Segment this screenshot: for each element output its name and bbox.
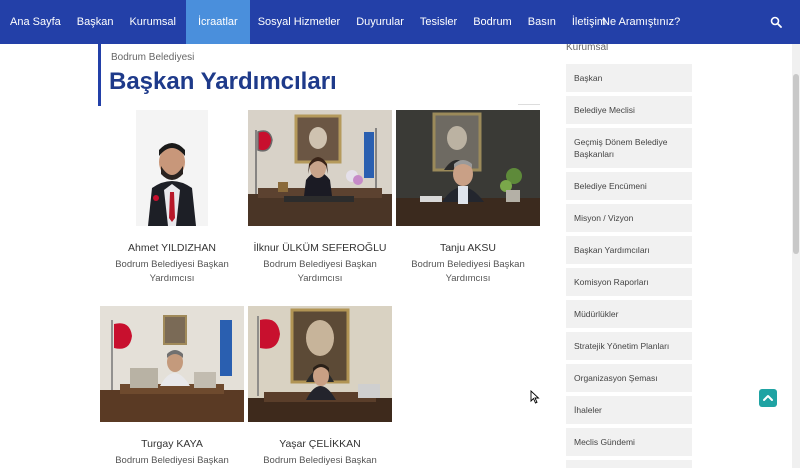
mouse-cursor-icon [530, 390, 540, 404]
person-photo[interactable] [248, 110, 392, 226]
sidebar-heading: Kurumsal [566, 44, 609, 53]
search-box [592, 0, 792, 44]
nav-item-kurumsal[interactable]: Kurumsal [121, 0, 183, 44]
search-input[interactable] [592, 8, 768, 36]
sidebar-item-baskan-yardimcilari[interactable]: Başkan Yardımcıları [566, 236, 692, 266]
sidebar-item-ihaleler[interactable]: İhaleler [566, 396, 692, 426]
person-card[interactable]: Tanju AKSU Bodrum Belediyesi Başkan Yard… [396, 110, 540, 286]
person-name: Turgay KAYA [141, 438, 203, 450]
nav-item-basin[interactable]: Basın [520, 0, 564, 44]
nav-item-ana-sayfa[interactable]: Ana Sayfa [2, 0, 69, 44]
person-role: Bodrum Belediyesi Başkan Yardımcısı [263, 259, 377, 284]
nav-item-sosyal-hizmetler[interactable]: Sosyal Hizmetler [250, 0, 349, 44]
sidebar-item-stratejik-yonetim-planlari[interactable]: Stratejik Yönetim Planları [566, 332, 692, 362]
page-scrollbar[interactable] [792, 44, 800, 468]
sidebar-item-more[interactable] [566, 460, 692, 468]
search-icon[interactable] [770, 16, 782, 28]
person-role: Bodrum Belediyesi Başkan Yardımcısı [115, 259, 229, 284]
scrollbar-thumb[interactable] [793, 74, 799, 254]
person-name: İlknur ÜLKÜM SEFEROĞLU [253, 242, 387, 254]
nav-item-tesisler[interactable]: Tesisler [412, 0, 465, 44]
person-role: Bodrum Belediyesi Başkan [115, 455, 229, 466]
page-title: Başkan Yardımcıları [109, 68, 337, 95]
person-photo[interactable] [248, 306, 392, 422]
person-photo[interactable] [396, 110, 540, 226]
page-header: Bodrum Belediyesi Başkan Yardımcıları [98, 44, 538, 106]
nav-item-duyurular[interactable]: Duyurular [348, 0, 412, 44]
person-card[interactable]: İlknur ÜLKÜM SEFEROĞLU Bodrum Belediyesi… [248, 110, 392, 286]
sidebar-item-misyon-vizyon[interactable]: Misyon / Vizyon [566, 204, 692, 234]
sidebar-item-belediye-encumeni[interactable]: Belediye Encümeni [566, 172, 692, 202]
sidebar-item-meclis-gundemi[interactable]: Meclis Gündemi [566, 428, 692, 458]
breadcrumb[interactable]: Bodrum Belediyesi [111, 52, 194, 63]
sidebar-item-komisyon-raporlari[interactable]: Komisyon Raporları [566, 268, 692, 298]
nav-item-baskan[interactable]: Başkan [69, 0, 122, 44]
person-name: Yaşar ÇELİKKAN [279, 438, 361, 450]
sidebar-item-baskan[interactable]: Başkan [566, 64, 692, 94]
person-card[interactable]: Turgay KAYA Bodrum Belediyesi Başkan [100, 306, 244, 468]
person-role: Bodrum Belediyesi Başkan [263, 455, 377, 466]
sidebar-item-belediye-meclisi[interactable]: Belediye Meclisi [566, 96, 692, 126]
person-card[interactable]: Ahmet YILDIZHAN Bodrum Belediyesi Başkan… [100, 110, 244, 286]
person-name: Ahmet YILDIZHAN [128, 242, 216, 254]
person-card[interactable]: Yaşar ÇELİKKAN Bodrum Belediyesi Başkan [248, 306, 392, 468]
divider [518, 104, 540, 105]
main-navbar: Ana Sayfa Başkan Kurumsal İcraatlar Sosy… [0, 0, 800, 44]
sidebar-item-organizasyon-semasi[interactable]: Organizasyon Şeması [566, 364, 692, 394]
sidebar-item-mudurlukler[interactable]: Müdürlükler [566, 300, 692, 330]
nav-item-bodrum[interactable]: Bodrum [465, 0, 520, 44]
person-photo[interactable] [100, 110, 244, 226]
nav-item-icraatlar[interactable]: İcraatlar [185, 0, 250, 44]
person-photo[interactable] [100, 306, 244, 422]
person-role: Bodrum Belediyesi Başkan Yardımcısı [411, 259, 525, 284]
person-name: Tanju AKSU [439, 242, 497, 254]
page-content: Bodrum Belediyesi Başkan Yardımcıları Ah… [0, 44, 800, 468]
sidebar-item-gecmis-donem-baskanlari[interactable]: Geçmiş Dönem Belediye Başkanları [566, 128, 692, 170]
back-to-top-button[interactable] [759, 389, 777, 407]
chevron-up-icon [763, 395, 773, 401]
